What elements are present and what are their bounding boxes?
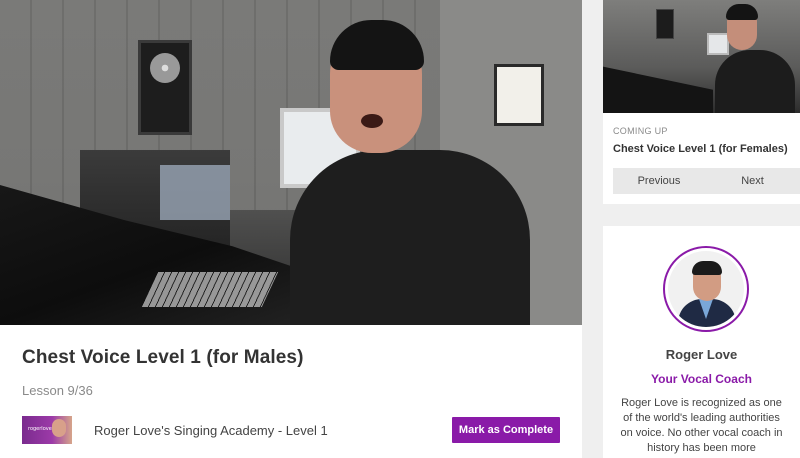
presenter-body [290, 150, 530, 325]
audio-rack-units [160, 165, 230, 220]
lesson-title: Chest Voice Level 1 (for Males) [22, 347, 304, 368]
video-player[interactable] [0, 0, 582, 325]
thumb-monitor [707, 33, 729, 55]
coming-up-label: COMING UP [613, 126, 668, 136]
certificate-frame [494, 64, 544, 126]
lesson-count: Lesson 9/36 [22, 383, 93, 398]
coach-bio: Roger Love is recognized as one of the w… [620, 397, 783, 454]
coach-role: Your Vocal Coach [651, 372, 752, 386]
course-thumbnail[interactable]: rogerlove [22, 416, 72, 444]
thumb-presenter-hair [726, 4, 758, 20]
course-row: rogerlove Roger Love's Singing Academy -… [22, 415, 560, 445]
thumb-presenter-body [715, 50, 795, 113]
previous-button[interactable]: Previous [613, 168, 705, 194]
avatar-background [668, 251, 744, 327]
lesson-info-card: Chest Voice Level 1 (for Males) Lesson 9… [0, 325, 582, 458]
record-disc [150, 53, 180, 83]
course-name[interactable]: Roger Love's Singing Academy - Level 1 [94, 423, 452, 438]
next-lesson-thumbnail[interactable] [603, 0, 800, 113]
gold-record-frame [138, 40, 192, 135]
coming-up-card: COMING UP Chest Voice Level 1 (for Femal… [603, 0, 800, 204]
avatar [663, 246, 749, 332]
course-thumbnail-logo: rogerlove [28, 426, 52, 432]
mark-complete-button[interactable]: Mark as Complete [452, 417, 560, 443]
avatar-hair [692, 261, 722, 275]
next-button[interactable]: Next [705, 168, 800, 194]
coach-card: Roger Love Your Vocal Coach Roger Love i… [603, 226, 800, 458]
piano-keys [141, 272, 279, 307]
thumb-record-frame [656, 9, 674, 39]
thumb-piano [603, 66, 713, 113]
coach-name: Roger Love [665, 347, 738, 362]
course-thumbnail-face [52, 419, 66, 437]
next-lesson-title[interactable]: Chest Voice Level 1 (for Females) [613, 143, 788, 155]
presenter-mouth [361, 114, 383, 128]
lesson-nav: Previous Next [613, 168, 800, 194]
